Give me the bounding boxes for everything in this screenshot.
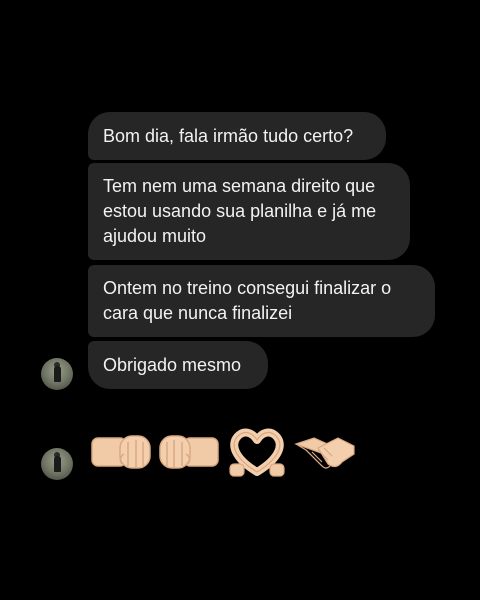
message-text: Tem nem uma semana direito que estou usa… bbox=[103, 176, 377, 246]
right-facing-fist-icon bbox=[159, 435, 219, 469]
handshake-icon bbox=[294, 437, 355, 469]
avatar-figure-body bbox=[54, 456, 61, 472]
message-bubble[interactable]: Ontem no treino consegui finalizar o car… bbox=[88, 265, 435, 337]
heart-hands-icon bbox=[229, 428, 285, 477]
left-facing-fist-icon bbox=[91, 435, 151, 469]
message-bubble[interactable]: Bom dia, fala irmão tudo certo? bbox=[88, 112, 386, 160]
emoji-message[interactable] bbox=[88, 424, 358, 480]
message-bubble[interactable]: Obrigado mesmo bbox=[88, 341, 268, 389]
avatar-figure-body bbox=[54, 366, 61, 382]
message-bubble[interactable]: Tem nem uma semana direito que estou usa… bbox=[88, 163, 410, 260]
message-text: Obrigado mesmo bbox=[103, 354, 242, 375]
message-text: Ontem no treino consegui finalizar o car… bbox=[103, 278, 392, 323]
message-text: Bom dia, fala irmão tudo certo? bbox=[103, 125, 354, 146]
sender-avatar[interactable] bbox=[41, 358, 73, 390]
sender-avatar[interactable] bbox=[41, 448, 73, 480]
